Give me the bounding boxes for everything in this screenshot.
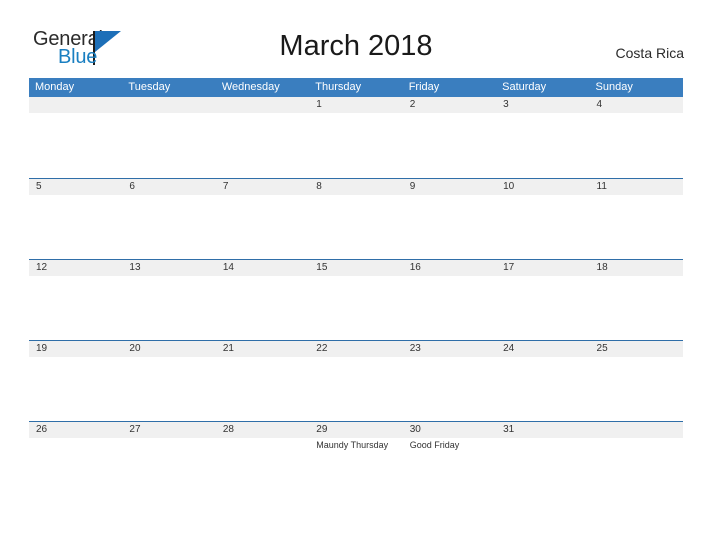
day-band	[29, 97, 123, 113]
day-cell[interactable]: 13	[122, 260, 216, 340]
day-number: 24	[503, 343, 515, 354]
day-number: 12	[36, 262, 48, 273]
day-band	[309, 179, 403, 195]
weekday-friday: Friday	[408, 81, 440, 93]
day-band	[309, 97, 403, 113]
day-number: 25	[596, 343, 608, 354]
week-row: 12 13 14 15 16 17 18	[29, 259, 683, 340]
day-cell[interactable]: 8	[309, 179, 403, 259]
day-cell[interactable]: 2	[402, 97, 497, 178]
day-cell[interactable]	[589, 422, 683, 502]
region-label: Costa Rica	[615, 45, 684, 61]
day-cell[interactable]: 9	[402, 179, 497, 259]
day-number: 20	[129, 343, 141, 354]
day-band	[29, 179, 123, 195]
day-cell[interactable]: 11	[589, 179, 683, 259]
day-number: 29	[316, 424, 328, 435]
weekday-tuesday: Tuesday	[128, 81, 171, 93]
day-number: 23	[409, 343, 421, 354]
day-number: 18	[596, 262, 608, 273]
week-row: 19 20 21 22 23 24 25	[29, 340, 683, 421]
day-band	[589, 97, 683, 113]
day-band	[589, 422, 683, 438]
day-number: 8	[316, 181, 322, 192]
day-cell[interactable]: 26	[29, 422, 123, 502]
day-number: 31	[503, 424, 515, 435]
day-number: 22	[316, 343, 328, 354]
weekday-saturday: Saturday	[502, 81, 547, 93]
day-cell[interactable]: 21	[215, 341, 310, 421]
day-number: 6	[129, 181, 135, 192]
day-cell[interactable]: 4	[589, 97, 683, 178]
day-cell[interactable]: 30 Good Friday	[402, 422, 497, 502]
week-row: 26 27 28 29 Maundy Thursday 30 Good Friday…	[29, 421, 683, 502]
day-band	[496, 97, 590, 113]
day-number: 10	[503, 181, 515, 192]
day-cell[interactable]	[215, 97, 310, 178]
day-number: 1	[316, 99, 322, 110]
day-number: 14	[222, 262, 234, 273]
day-cell[interactable]: 17	[496, 260, 590, 340]
day-number: 28	[222, 424, 234, 435]
day-band	[215, 97, 310, 113]
day-cell[interactable]: 15	[309, 260, 403, 340]
day-cell[interactable]: 29 Maundy Thursday	[309, 422, 403, 502]
day-cell[interactable]: 22	[309, 341, 403, 421]
calendar-page: General Blue March 2018 Costa Rica Monda…	[0, 0, 712, 550]
day-cell[interactable]: 27	[122, 422, 216, 502]
day-cell[interactable]: 14	[215, 260, 310, 340]
weekday-thursday: Thursday	[315, 81, 362, 93]
day-cell[interactable]: 6	[122, 179, 216, 259]
day-number: 5	[36, 181, 42, 192]
day-cell[interactable]: 10	[496, 179, 590, 259]
day-cell[interactable]: 7	[215, 179, 310, 259]
day-band	[122, 179, 216, 195]
day-cell[interactable]: 20	[122, 341, 216, 421]
day-cell[interactable]: 16	[402, 260, 497, 340]
day-band	[122, 97, 216, 113]
calendar-table: Monday Tuesday Wednesday Thursday Friday…	[29, 78, 683, 502]
day-cell[interactable]: 18	[589, 260, 683, 340]
day-number: 15	[316, 262, 328, 273]
page-title: March 2018	[279, 30, 433, 62]
day-cell[interactable]: 1	[309, 97, 403, 178]
day-number: 27	[129, 424, 141, 435]
day-number: 4	[596, 99, 603, 110]
page-header: General Blue March 2018 Costa Rica	[0, 0, 712, 75]
day-band	[402, 97, 497, 113]
day-number: 3	[503, 99, 509, 110]
day-cell[interactable]: 25	[589, 341, 683, 421]
day-cell[interactable]	[122, 97, 216, 178]
weekday-monday: Monday	[35, 81, 75, 93]
day-cell[interactable]: 31	[496, 422, 590, 502]
day-number: 13	[129, 262, 141, 273]
day-cell[interactable]	[29, 97, 123, 178]
day-number: 16	[409, 262, 421, 273]
day-cell[interactable]: 3	[496, 97, 590, 178]
day-cell[interactable]: 19	[29, 341, 123, 421]
day-band	[402, 179, 497, 195]
weekday-header-row: Monday Tuesday Wednesday Thursday Friday…	[29, 78, 683, 97]
weekday-sunday: Sunday	[595, 81, 633, 93]
day-event: Good Friday	[409, 440, 460, 450]
day-number: 19	[36, 343, 48, 354]
day-cell[interactable]: 28	[215, 422, 310, 502]
day-event: Maundy Thursday	[316, 440, 389, 450]
day-number: 9	[409, 181, 416, 192]
weekday-wednesday: Wednesday	[221, 81, 280, 93]
day-cell[interactable]: 5	[29, 179, 123, 259]
week-row: 5 6 7 8 9 10 11	[29, 178, 683, 259]
day-number: 17	[503, 262, 515, 273]
day-number: 21	[222, 343, 234, 354]
day-number: 2	[409, 99, 416, 110]
day-cell[interactable]: 12	[29, 260, 123, 340]
day-number: 26	[36, 424, 48, 435]
day-number: 11	[596, 181, 607, 192]
day-number: 30	[409, 424, 421, 435]
day-number: 7	[222, 181, 229, 192]
day-band	[215, 179, 310, 195]
day-cell[interactable]: 24	[496, 341, 590, 421]
day-cell[interactable]: 23	[402, 341, 497, 421]
week-row: 1 2 3 4	[29, 97, 683, 178]
